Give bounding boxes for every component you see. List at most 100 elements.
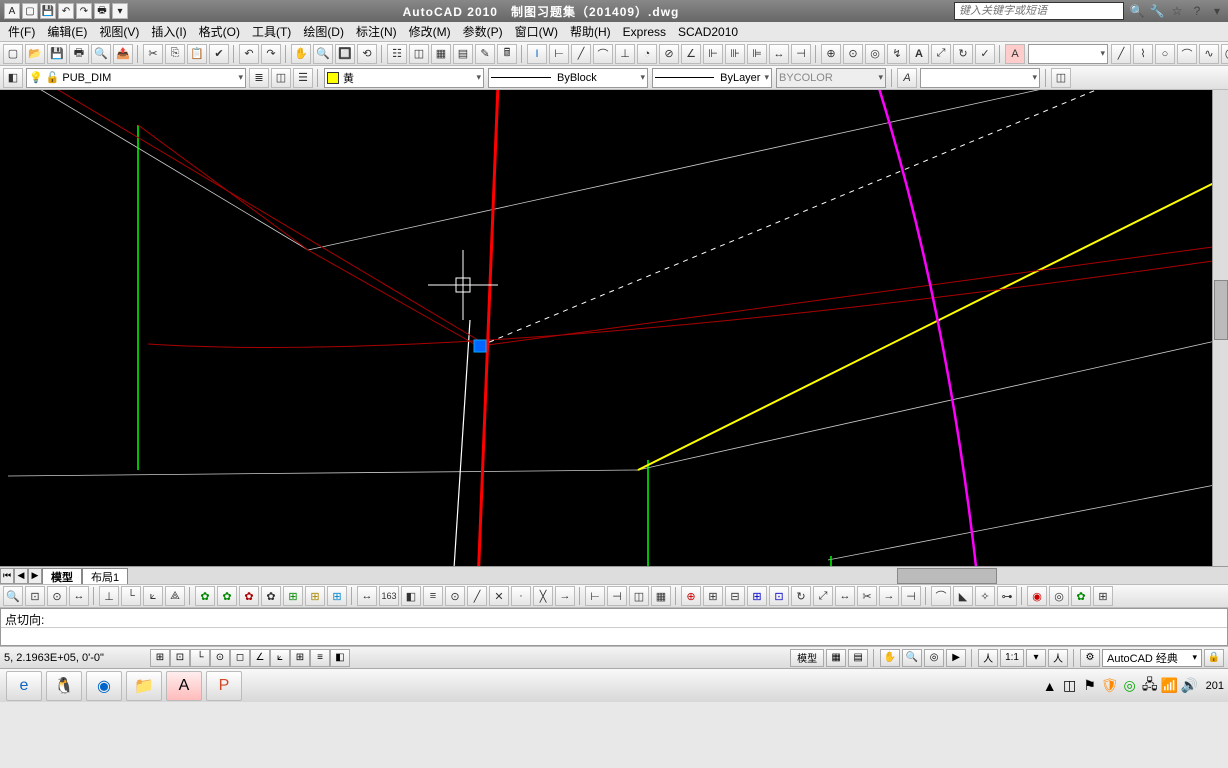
block-icon[interactable]: ◫ [1051,68,1071,88]
model-ps-toggle[interactable]: 模型 [790,649,824,667]
line-icon[interactable]: ╱ [1111,44,1131,64]
comm-center-icon[interactable]: 🔧 [1150,4,1164,18]
menu-parametric[interactable]: 参数(P) [457,21,509,42]
area-icon[interactable]: 163 [379,586,399,606]
command-window[interactable]: 点切向: [0,608,1228,646]
powerpoint-taskbar-icon[interactable]: P [206,671,242,701]
tray-360-icon[interactable]: ◎ [1122,678,1138,694]
new-icon[interactable]: ▢ [3,44,23,64]
save-icon[interactable]: 💾 [47,44,67,64]
plot-icon[interactable]: 🖶 [69,44,89,64]
media-taskbar-icon[interactable]: ◉ [86,671,122,701]
drawing-area[interactable]: ⏮ ◀ ▶ 模型 布局1 [0,90,1228,584]
undo-icon[interactable]: ↶ [239,44,259,64]
et4-icon[interactable]: ✿ [261,586,281,606]
menu-draw[interactable]: 绘图(D) [297,21,350,42]
tray-app1-icon[interactable]: ◫ [1062,678,1078,694]
et1-icon[interactable]: ✿ [195,586,215,606]
spline-icon[interactable]: ∿ [1199,44,1219,64]
ducs-toggle[interactable]: ⟀ [270,649,290,667]
copy-icon[interactable]: ⎘ [165,44,185,64]
qcalc-icon[interactable]: 🖩 [497,44,517,64]
dim-arc-icon[interactable]: ⌒ [593,44,613,64]
dim-space-icon[interactable]: ↔ [769,44,789,64]
ex1-icon[interactable]: ◉ [1027,586,1047,606]
dim-continue-icon[interactable]: ⊫ [747,44,767,64]
otrack-toggle[interactable]: ∠ [250,649,270,667]
ex4-icon[interactable]: ⊞ [1093,586,1113,606]
markup-icon[interactable]: ✎ [475,44,495,64]
tab-model[interactable]: 模型 [42,568,82,585]
fillet-icon[interactable]: ⌒ [931,586,951,606]
color-combo[interactable]: 黄 ▾ [324,68,484,88]
help-icon[interactable]: ? [1190,4,1204,18]
qp-toggle[interactable]: ◧ [330,649,350,667]
et7-icon[interactable]: ⊞ [327,586,347,606]
mtext-icon[interactable]: I [527,44,547,64]
tolerance-icon[interactable]: ⊕ [821,44,841,64]
anno-vis-icon[interactable]: ▾ [1026,649,1046,667]
dim-tedit-icon[interactable]: ⤢ [931,44,951,64]
array-icon[interactable]: ⊡ [769,586,789,606]
zoom-all-icon[interactable]: ⊡ [25,586,45,606]
coords-display[interactable]: 5, 2.1963E+05, 0'-0" [4,652,144,664]
nav-pan-icon[interactable]: ✋ [880,649,900,667]
pline-icon[interactable]: ⌇ [1133,44,1153,64]
match-prop-icon[interactable]: ✔ [209,44,229,64]
app-menu-button[interactable]: A [4,3,20,19]
pan-icon[interactable]: ✋ [291,44,311,64]
dim-update-icon[interactable]: ↻ [953,44,973,64]
search-icon[interactable]: 🔍 [1130,4,1144,18]
nav-zoom-icon[interactable]: 🔍 [902,649,922,667]
ray-icon[interactable]: → [555,586,575,606]
menu-file[interactable]: 件(F) [2,21,41,42]
undo-button[interactable]: ↶ [58,3,74,19]
ellipse-icon[interactable]: ◯ [1221,44,1228,64]
menu-scad2010[interactable]: SCAD2010 [672,23,744,41]
zoom-prev-icon[interactable]: ⟲ [357,44,377,64]
tray-net-icon[interactable]: 🖧 [1142,678,1158,694]
ex3-icon[interactable]: ✿ [1071,586,1091,606]
menu-tools[interactable]: 工具(T) [246,21,297,42]
zoom-win-icon[interactable]: 🔲 [335,44,355,64]
zoom-obj-icon[interactable]: ⊙ [47,586,67,606]
dist-icon[interactable]: ↔ [357,586,377,606]
qview-drawings-icon[interactable]: ▤ [848,649,868,667]
id-icon[interactable]: ⊙ [445,586,465,606]
ucs-3p-icon[interactable]: ⟁ [165,586,185,606]
sheet-set-icon[interactable]: ▤ [453,44,473,64]
print-button[interactable]: 🖶 [94,3,110,19]
dim-linear-icon[interactable]: ⊢ [549,44,569,64]
et5-icon[interactable]: ⊞ [283,586,303,606]
redo-icon[interactable]: ↷ [261,44,281,64]
menu-view[interactable]: 视图(V) [93,21,145,42]
dimstyle-combo[interactable]: ▾ [1028,44,1108,64]
linetype-combo[interactable]: ByBlock ▾ [488,68,648,88]
mod3-icon[interactable]: ◫ [629,586,649,606]
point-icon[interactable]: · [511,586,531,606]
tab-layout1[interactable]: 布局1 [82,568,128,585]
explode-icon[interactable]: ✧ [975,586,995,606]
explorer-taskbar-icon[interactable]: 📁 [126,671,162,701]
ie-taskbar-icon[interactable]: e [6,671,42,701]
tab-nav-first[interactable]: ⏮ [0,568,14,584]
anno-scale-icon[interactable]: 人 [978,649,998,667]
inspection-icon[interactable]: ◎ [865,44,885,64]
menu-window[interactable]: 窗口(W) [509,21,564,42]
paste-icon[interactable]: 📋 [187,44,207,64]
massprop-icon[interactable]: ◧ [401,586,421,606]
layer-prop-icon[interactable]: ◧ [3,68,23,88]
zoom-rt-icon[interactable]: 🔍 [313,44,333,64]
tab-nav-next[interactable]: ▶ [28,568,42,584]
dim-angular-icon[interactable]: ∠ [681,44,701,64]
menu-format[interactable]: 格式(O) [193,21,246,42]
menu-help[interactable]: 帮助(H) [564,21,617,42]
anno-auto-icon[interactable]: 人 [1048,649,1068,667]
infocenter-search[interactable] [954,2,1124,20]
layer-iso-icon[interactable]: ◫ [271,68,291,88]
qq-taskbar-icon[interactable]: 🐧 [46,671,82,701]
join-icon[interactable]: ⊶ [997,586,1017,606]
tray-shield-icon[interactable]: 🛡 [1102,678,1118,694]
xline-icon[interactable]: ╳ [533,586,553,606]
jogged-icon[interactable]: ↯ [887,44,907,64]
